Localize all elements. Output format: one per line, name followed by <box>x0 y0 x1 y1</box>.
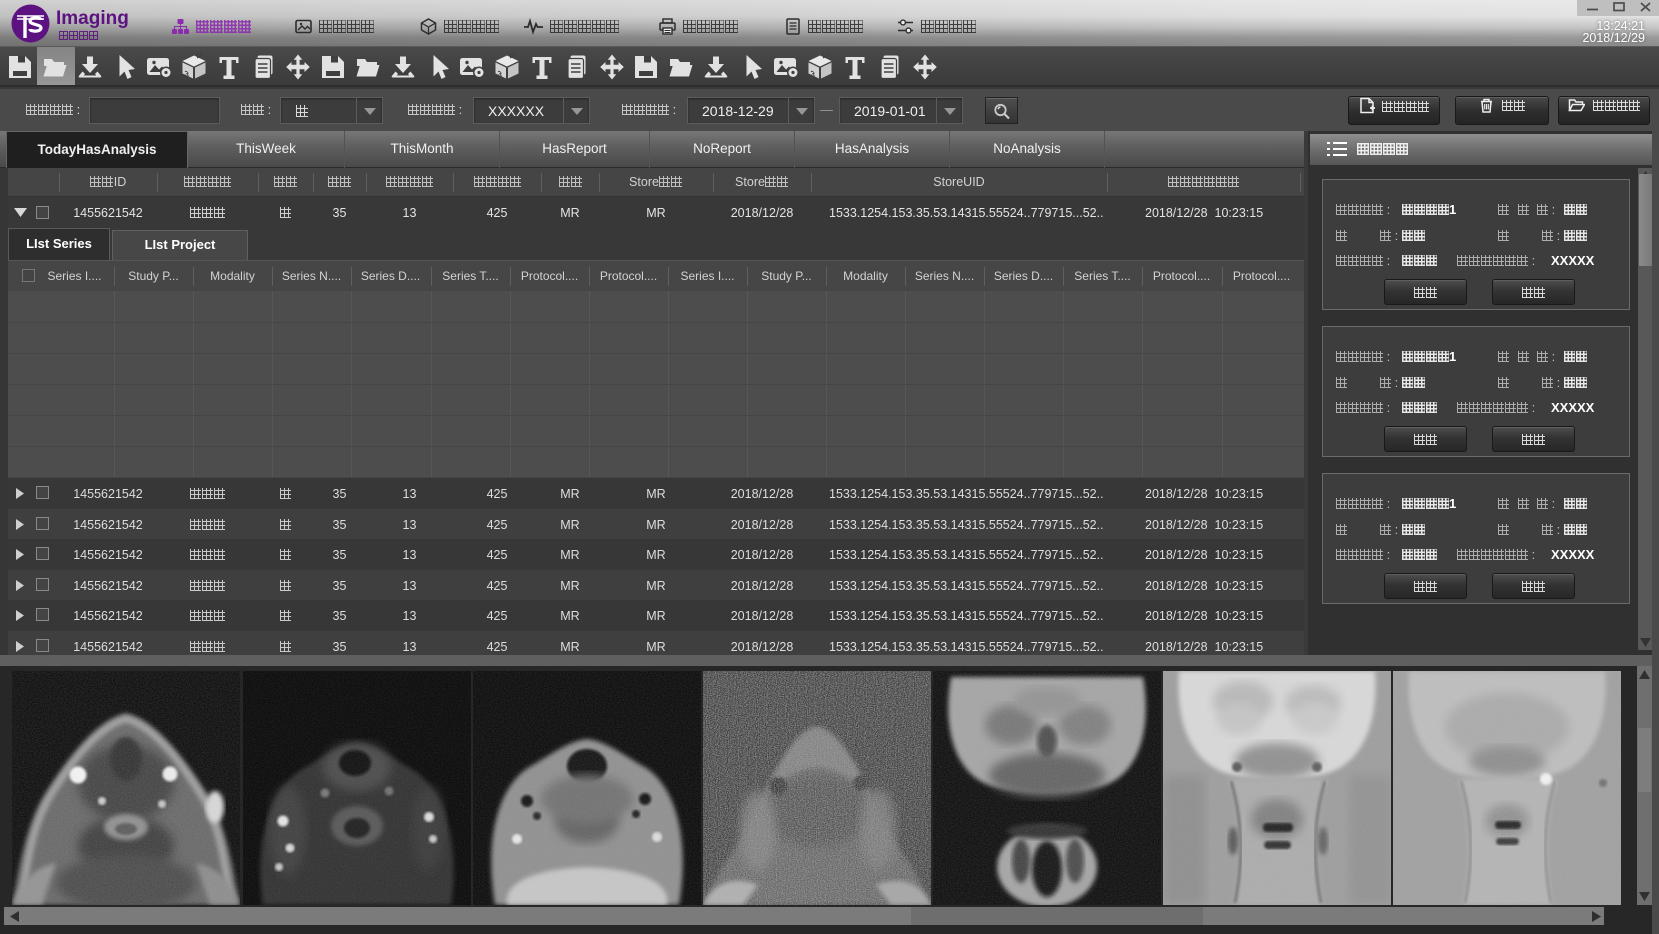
svg-text:3: 3 <box>811 68 816 80</box>
svg-text:3: 3 <box>498 68 503 80</box>
svg-text:3: 3 <box>185 68 190 80</box>
